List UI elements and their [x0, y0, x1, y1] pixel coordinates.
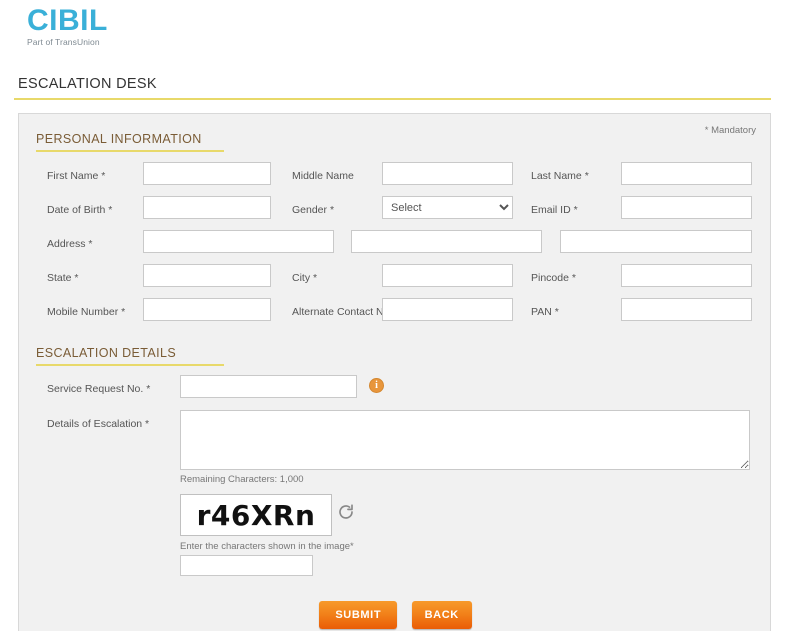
logo-wordmark: CIBIL [27, 4, 108, 37]
state-input[interactable] [143, 264, 271, 287]
city-label: City * [292, 272, 318, 284]
form-row-dob-gender-email: Date of Birth * Gender * Select Email ID… [19, 196, 772, 230]
submit-button[interactable]: SUBMIT [319, 601, 398, 629]
alternate-contact-input[interactable] [382, 298, 513, 321]
city-input[interactable] [382, 264, 513, 287]
middle-name-input[interactable] [382, 162, 513, 185]
captcha-block: r46XRn Enter the characters shown in the… [19, 494, 772, 589]
form-panel: * Mandatory PERSONAL INFORMATION First N… [18, 113, 771, 631]
section-heading-escalation-details: ESCALATION DETAILS [36, 346, 224, 366]
address-line-2-input[interactable] [351, 230, 542, 253]
page-title: ESCALATION DESK [18, 76, 157, 92]
first-name-input[interactable] [143, 162, 271, 185]
pincode-label: Pincode * [531, 272, 576, 284]
captcha-input[interactable] [180, 555, 313, 576]
service-request-no-input[interactable] [180, 375, 357, 398]
middle-name-label: Middle Name [292, 170, 354, 182]
form-row-address: Address * [19, 230, 772, 264]
cibil-logo: CIBIL Part of TransUnion [27, 6, 108, 47]
section-underline [36, 150, 224, 152]
gender-select[interactable]: Select [382, 196, 513, 219]
form-actions: SUBMIT BACK [19, 601, 772, 629]
captcha-help-text: Enter the characters shown in the image* [180, 541, 354, 552]
section-heading-personal-label: PERSONAL INFORMATION [36, 132, 202, 146]
back-button[interactable]: BACK [411, 601, 472, 629]
pan-input[interactable] [621, 298, 752, 321]
captcha-text: r46XRn [196, 498, 316, 532]
details-of-escalation-label: Details of Escalation * [47, 418, 150, 430]
form-row-names: First Name * Middle Name Last Name * [19, 162, 772, 196]
section-underline [36, 364, 224, 366]
refresh-icon[interactable] [337, 503, 355, 521]
pan-label: PAN * [531, 306, 559, 318]
last-name-input[interactable] [621, 162, 752, 185]
captcha-image: r46XRn [180, 494, 332, 536]
address-line-1-input[interactable] [143, 230, 334, 253]
escalation-desk-page: CIBIL Part of TransUnion ESCALATION DESK… [0, 0, 785, 631]
mobile-number-input[interactable] [143, 298, 271, 321]
section-heading-personal-information: PERSONAL INFORMATION [36, 132, 224, 152]
form-row-service-request: Service Request No. * i [19, 375, 772, 409]
form-row-state-city-pincode: State * City * Pincode * [19, 264, 772, 298]
section-heading-escalation-label: ESCALATION DETAILS [36, 346, 177, 360]
state-label: State * [47, 272, 79, 284]
date-of-birth-label: Date of Birth * [47, 204, 113, 216]
first-name-label: First Name * [47, 170, 106, 182]
logo-tagline: Part of TransUnion [27, 37, 100, 47]
details-of-escalation-textarea[interactable] [180, 410, 750, 470]
mobile-number-label: Mobile Number * [47, 306, 126, 318]
form-row-mobile-alt-pan: Mobile Number * Alternate Contact No. PA… [19, 298, 772, 332]
mandatory-note: * Mandatory [704, 125, 756, 136]
service-request-no-label: Service Request No. * [47, 383, 151, 395]
address-label: Address * [47, 238, 93, 250]
form-row-details-of-escalation: Details of Escalation * Remaining Charac… [19, 410, 772, 490]
pincode-input[interactable] [621, 264, 752, 287]
info-icon[interactable]: i [369, 378, 384, 393]
email-id-label: Email ID * [531, 204, 578, 216]
email-id-input[interactable] [621, 196, 752, 219]
remaining-characters-counter: Remaining Characters: 1,000 [180, 474, 304, 485]
address-line-3-input[interactable] [560, 230, 752, 253]
date-of-birth-input[interactable] [143, 196, 271, 219]
gender-label: Gender * [292, 204, 335, 216]
title-divider [14, 98, 771, 100]
alternate-contact-label: Alternate Contact No. [292, 306, 393, 318]
last-name-label: Last Name * [531, 170, 589, 182]
